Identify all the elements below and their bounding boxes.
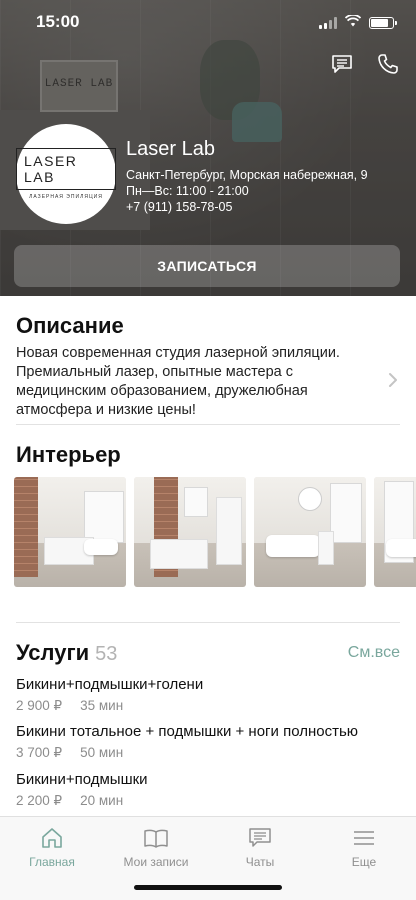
tab-label: Главная <box>29 855 75 869</box>
salon-logo-text: LASER LAB <box>16 148 116 190</box>
service-item[interactable]: Бикини тотальное + подмышки + ноги полно… <box>16 723 400 761</box>
phone-icon[interactable] <box>376 52 400 76</box>
interior-photo[interactable] <box>14 477 126 587</box>
service-meta: 2 900 ₽ 35 мин <box>16 698 400 714</box>
status-time: 15:00 <box>36 12 80 31</box>
book-icon <box>104 825 208 851</box>
see-all-link[interactable]: См.все <box>348 644 400 662</box>
salon-address[interactable]: Санкт-Петербург, Морская набережная, 9 <box>126 167 368 183</box>
service-duration: 35 мин <box>80 698 124 713</box>
tab-home[interactable]: Главная <box>0 825 104 869</box>
battery-icon <box>369 17 397 29</box>
home-icon <box>0 825 104 851</box>
home-indicator <box>134 885 282 890</box>
tab-more[interactable]: Еще <box>312 825 416 869</box>
services-title: Услуги <box>16 640 90 665</box>
services-count: 53 <box>95 643 118 665</box>
tab-label: Еще <box>351 855 377 869</box>
service-meta: 2 200 ₽ 20 мин <box>16 793 400 809</box>
service-price: 2 200 ₽ <box>16 793 63 808</box>
interior-gallery[interactable] <box>14 477 416 587</box>
wifi-icon <box>344 14 362 32</box>
service-name: Бикини+подмышки+голени <box>16 676 204 693</box>
service-duration: 20 мин <box>80 793 124 808</box>
salon-logo: LASER LAB ЛАЗЕРНАЯ ЭПИЛЯЦИЯ <box>16 124 116 224</box>
service-price: 2 900 ₽ <box>16 698 63 713</box>
top-actions <box>330 52 400 76</box>
interior-title: Интерьер <box>16 442 121 467</box>
hero-header: LASER LAB 15:00 LASER LAB ЛАЗЕРНАЯ ЭПИЛЯ… <box>0 0 416 296</box>
salon-name: Laser Lab <box>126 138 215 160</box>
tab-label: Чаты <box>245 855 275 869</box>
salon-info: Laser Lab Санкт-Петербург, Морская набер… <box>126 138 368 215</box>
service-meta: 3 700 ₽ 50 мин <box>16 745 400 761</box>
salon-logo-subtitle: ЛАЗЕРНАЯ ЭПИЛЯЦИЯ <box>29 194 103 200</box>
tab-chats[interactable]: Чаты <box>208 825 312 869</box>
message-icon[interactable] <box>330 52 354 76</box>
service-duration: 50 мин <box>80 745 124 760</box>
service-item[interactable]: Бикини+подмышки 2 200 ₽ 20 мин <box>16 771 400 809</box>
chat-icon <box>208 825 312 851</box>
description-title: Описание <box>16 313 124 338</box>
status-bar: 15:00 <box>0 0 416 44</box>
divider <box>16 622 400 623</box>
interior-photo[interactable] <box>134 477 246 587</box>
service-price: 3 700 ₽ <box>16 745 63 760</box>
service-item[interactable]: Бикини+подмышки+голени 2 900 ₽ 35 мин <box>16 676 400 714</box>
description-text: Новая современная студия лазерной эпиляц… <box>16 345 340 418</box>
tab-label: Мои записи <box>123 855 189 869</box>
interior-photo[interactable] <box>374 477 416 587</box>
tab-my-bookings[interactable]: Мои записи <box>104 825 208 869</box>
salon-phone[interactable]: +7 (911) 158-78-05 <box>126 199 368 215</box>
services-header: Услуги 53 См.все <box>16 640 400 668</box>
salon-hours: Пн—Вс: 11:00 - 21:00 <box>126 184 249 198</box>
chevron-right-icon <box>388 372 398 393</box>
service-name: Бикини тотальное + подмышки + ноги полно… <box>16 723 359 740</box>
interior-photo[interactable] <box>254 477 366 587</box>
description-block[interactable]: Новая современная студия лазерной эпиляц… <box>16 344 400 426</box>
status-icons <box>319 14 397 32</box>
cellular-signal-icon <box>319 17 337 29</box>
service-name: Бикини+подмышки <box>16 771 148 788</box>
divider <box>16 424 400 425</box>
book-button[interactable]: ЗАПИСАТЬСЯ <box>14 245 400 287</box>
menu-icon <box>312 825 416 851</box>
